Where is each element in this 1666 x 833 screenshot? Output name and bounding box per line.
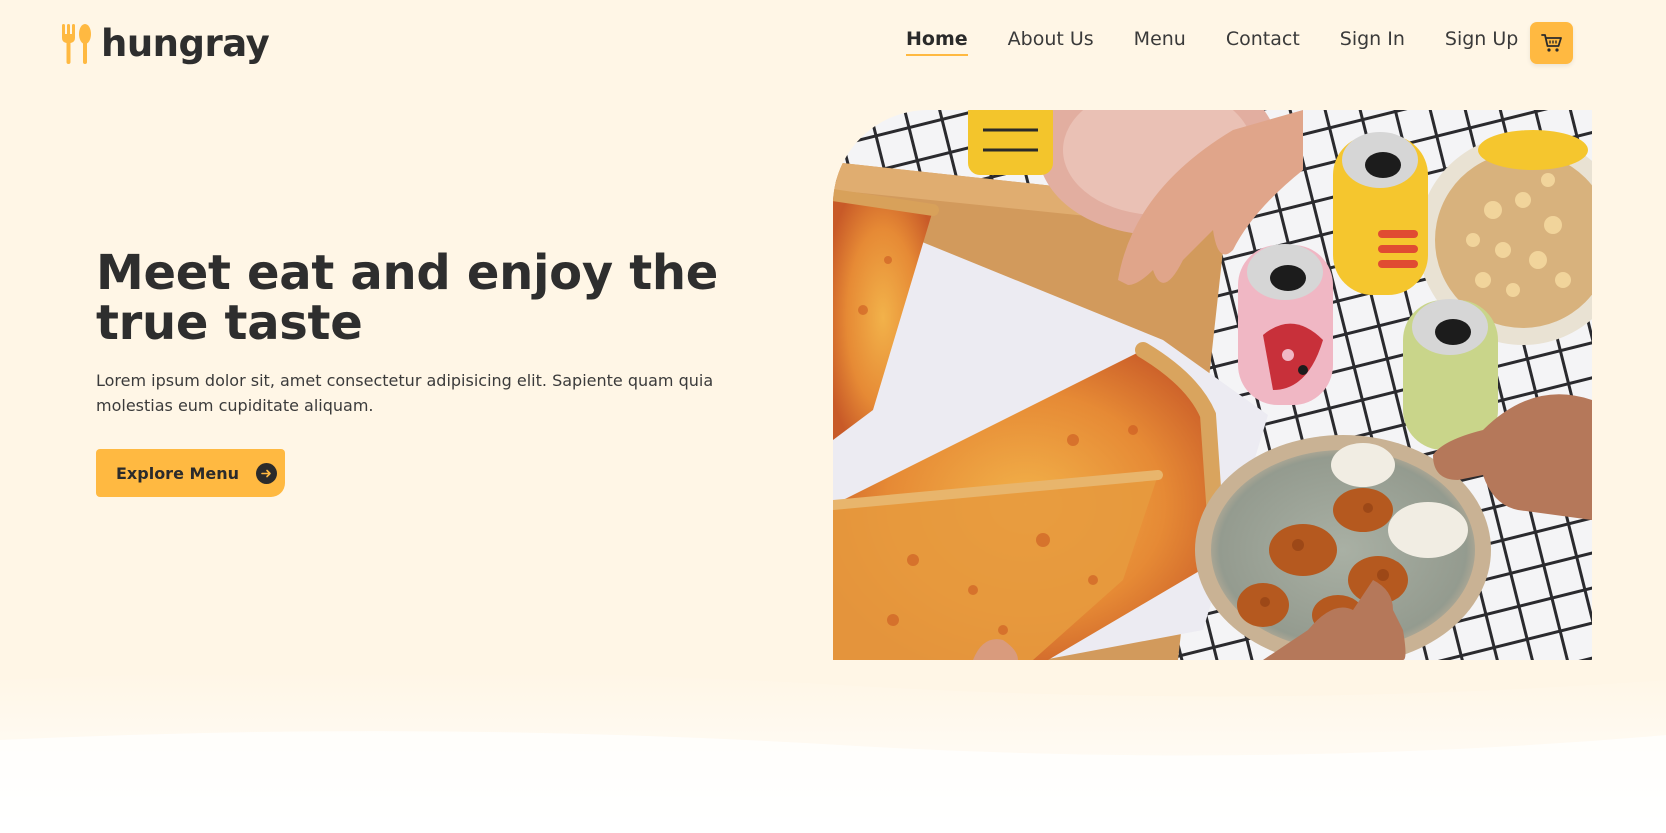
nav-item-about-us[interactable]: About Us xyxy=(1008,28,1094,56)
hero-food-image xyxy=(833,110,1592,660)
navbar: hungray Home About Us Menu Contact Sign … xyxy=(0,0,1666,86)
nav-item-sign-in[interactable]: Sign In xyxy=(1340,28,1405,56)
arrow-right-circle-icon xyxy=(256,462,278,484)
main-menu: Home About Us Menu Contact Sign In Sign … xyxy=(906,28,1558,56)
brand-name: hungray xyxy=(101,22,270,65)
nav-item-sign-up[interactable]: Sign Up xyxy=(1445,28,1518,56)
logo[interactable]: hungray xyxy=(60,22,270,65)
cart-button[interactable] xyxy=(1530,22,1573,64)
landing-page: hungray Home About Us Menu Contact Sign … xyxy=(0,0,1666,833)
bottom-wave-decoration xyxy=(0,671,1666,833)
pizza-table-photo xyxy=(833,110,1592,660)
nav-item-home[interactable]: Home xyxy=(906,28,968,56)
nav-item-contact[interactable]: Contact xyxy=(1226,28,1300,56)
fork-spoon-icon xyxy=(62,23,91,64)
shopping-cart-icon xyxy=(1540,34,1562,52)
explore-menu-button[interactable]: Explore Menu xyxy=(96,449,285,497)
hero-title: Meet eat and enjoy the true taste xyxy=(96,245,718,351)
hero-subtitle: Lorem ipsum dolor sit, amet consectetur … xyxy=(96,371,714,415)
explore-menu-label: Explore Menu xyxy=(116,463,240,483)
nav-item-menu[interactable]: Menu xyxy=(1134,28,1186,56)
